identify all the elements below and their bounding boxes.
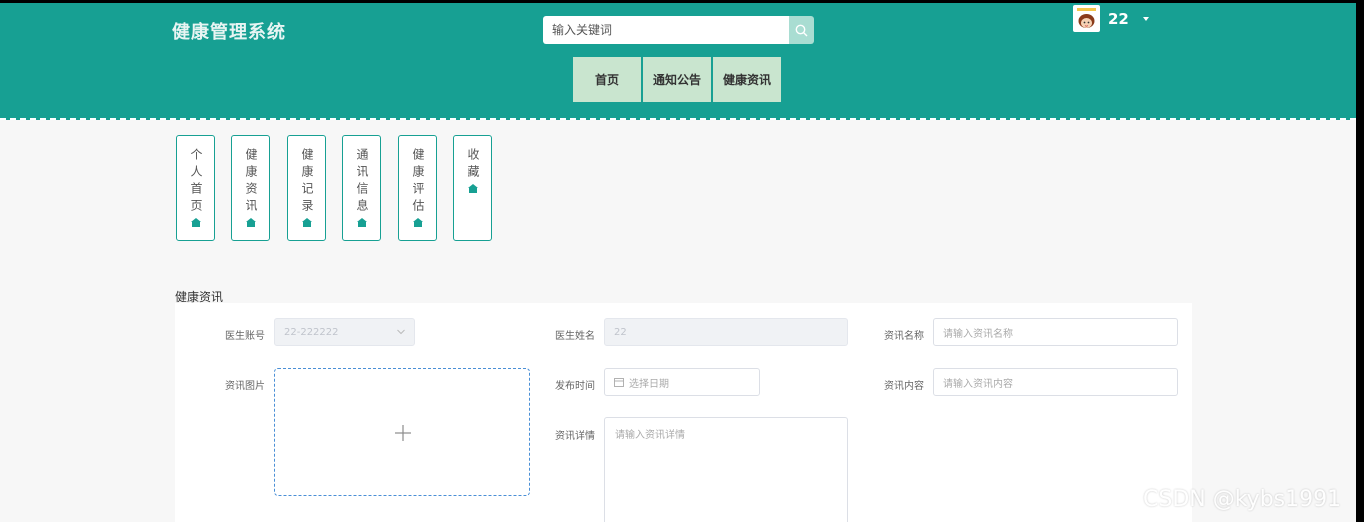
home-icon	[412, 218, 423, 227]
news-content-label: 资讯内容	[884, 381, 924, 392]
sidebar-item-health-records[interactable]: 健康记录	[287, 135, 326, 241]
doctor-account-label: 医生账号	[225, 331, 265, 342]
main-nav: 首页 通知公告 健康资讯	[573, 57, 783, 102]
news-detail-label: 资讯详情	[555, 431, 595, 442]
news-name-input[interactable]: 请输入资讯名称	[933, 318, 1178, 346]
nav-item-notices[interactable]: 通知公告	[643, 57, 711, 102]
avatar-icon	[1077, 8, 1096, 28]
sidebar-item-label: 健康记录	[300, 148, 314, 216]
news-detail-placeholder: 请输入资讯详情	[615, 430, 685, 441]
doctor-account-select[interactable]: 22-222222	[274, 318, 415, 346]
news-name-placeholder: 请输入资讯名称	[943, 328, 1013, 340]
chevron-down-icon	[397, 329, 405, 335]
header-bar: 健康管理系统 22	[0, 3, 1356, 120]
search-button[interactable]	[789, 16, 814, 44]
sidebar-item-personal-home[interactable]: 个人首页	[176, 135, 215, 241]
page: 健康管理系统 22	[0, 3, 1356, 522]
news-detail-textarea[interactable]: 请输入资讯详情	[604, 417, 848, 522]
sidebar-item-health-assessment[interactable]: 健康评估	[398, 135, 437, 241]
doctor-name-field[interactable]: 22	[604, 318, 848, 346]
sidebar-item-health-news[interactable]: 健康资讯	[231, 135, 270, 241]
username[interactable]: 22	[1108, 10, 1129, 28]
search-box	[543, 16, 814, 44]
news-content-placeholder: 请输入资讯内容	[943, 378, 1013, 390]
chevron-down-icon[interactable]	[1142, 16, 1149, 21]
news-image-label: 资讯图片	[225, 381, 265, 392]
news-form: 医生账号 22-222222 医生姓名 22 资讯名称 请输入资讯名称 资讯图片…	[175, 303, 1192, 522]
plus-icon	[395, 425, 411, 441]
calendar-icon	[614, 378, 624, 387]
publish-time-label: 发布时间	[555, 381, 595, 392]
home-icon	[356, 218, 367, 227]
home-icon	[467, 184, 478, 193]
brand-title: 健康管理系统	[172, 22, 286, 43]
sidebar-item-label: 收藏	[466, 148, 480, 182]
publish-date-placeholder: 选择日期	[629, 378, 669, 390]
home-icon	[245, 218, 256, 227]
search-input[interactable]	[543, 16, 789, 44]
news-content-input[interactable]: 请输入资讯内容	[933, 368, 1178, 396]
home-icon	[190, 218, 201, 227]
sidebar-item-messages[interactable]: 通讯信息	[342, 135, 381, 241]
news-name-label: 资讯名称	[884, 331, 924, 342]
sidebar-item-label: 健康资讯	[244, 148, 258, 216]
doctor-name-value: 22	[614, 326, 627, 338]
sidebar-item-label: 个人首页	[189, 148, 203, 216]
sidebar-item-label: 通讯信息	[355, 148, 369, 216]
search-icon	[795, 24, 808, 36]
watermark: CSDN @kybs1991	[1143, 487, 1342, 512]
avatar[interactable]	[1073, 5, 1100, 32]
image-upload[interactable]	[274, 368, 530, 496]
publish-date-picker[interactable]: 选择日期	[604, 368, 760, 396]
nav-item-home[interactable]: 首页	[573, 57, 641, 102]
sidebar-item-favorites[interactable]: 收藏	[453, 135, 492, 241]
home-icon	[301, 218, 312, 227]
doctor-name-label: 医生姓名	[555, 331, 595, 342]
doctor-account-value: 22-222222	[284, 326, 339, 338]
sidebar-item-label: 健康评估	[411, 148, 425, 216]
nav-item-health-news[interactable]: 健康资讯	[713, 57, 781, 102]
user-menu[interactable]: 22	[1073, 5, 1149, 32]
